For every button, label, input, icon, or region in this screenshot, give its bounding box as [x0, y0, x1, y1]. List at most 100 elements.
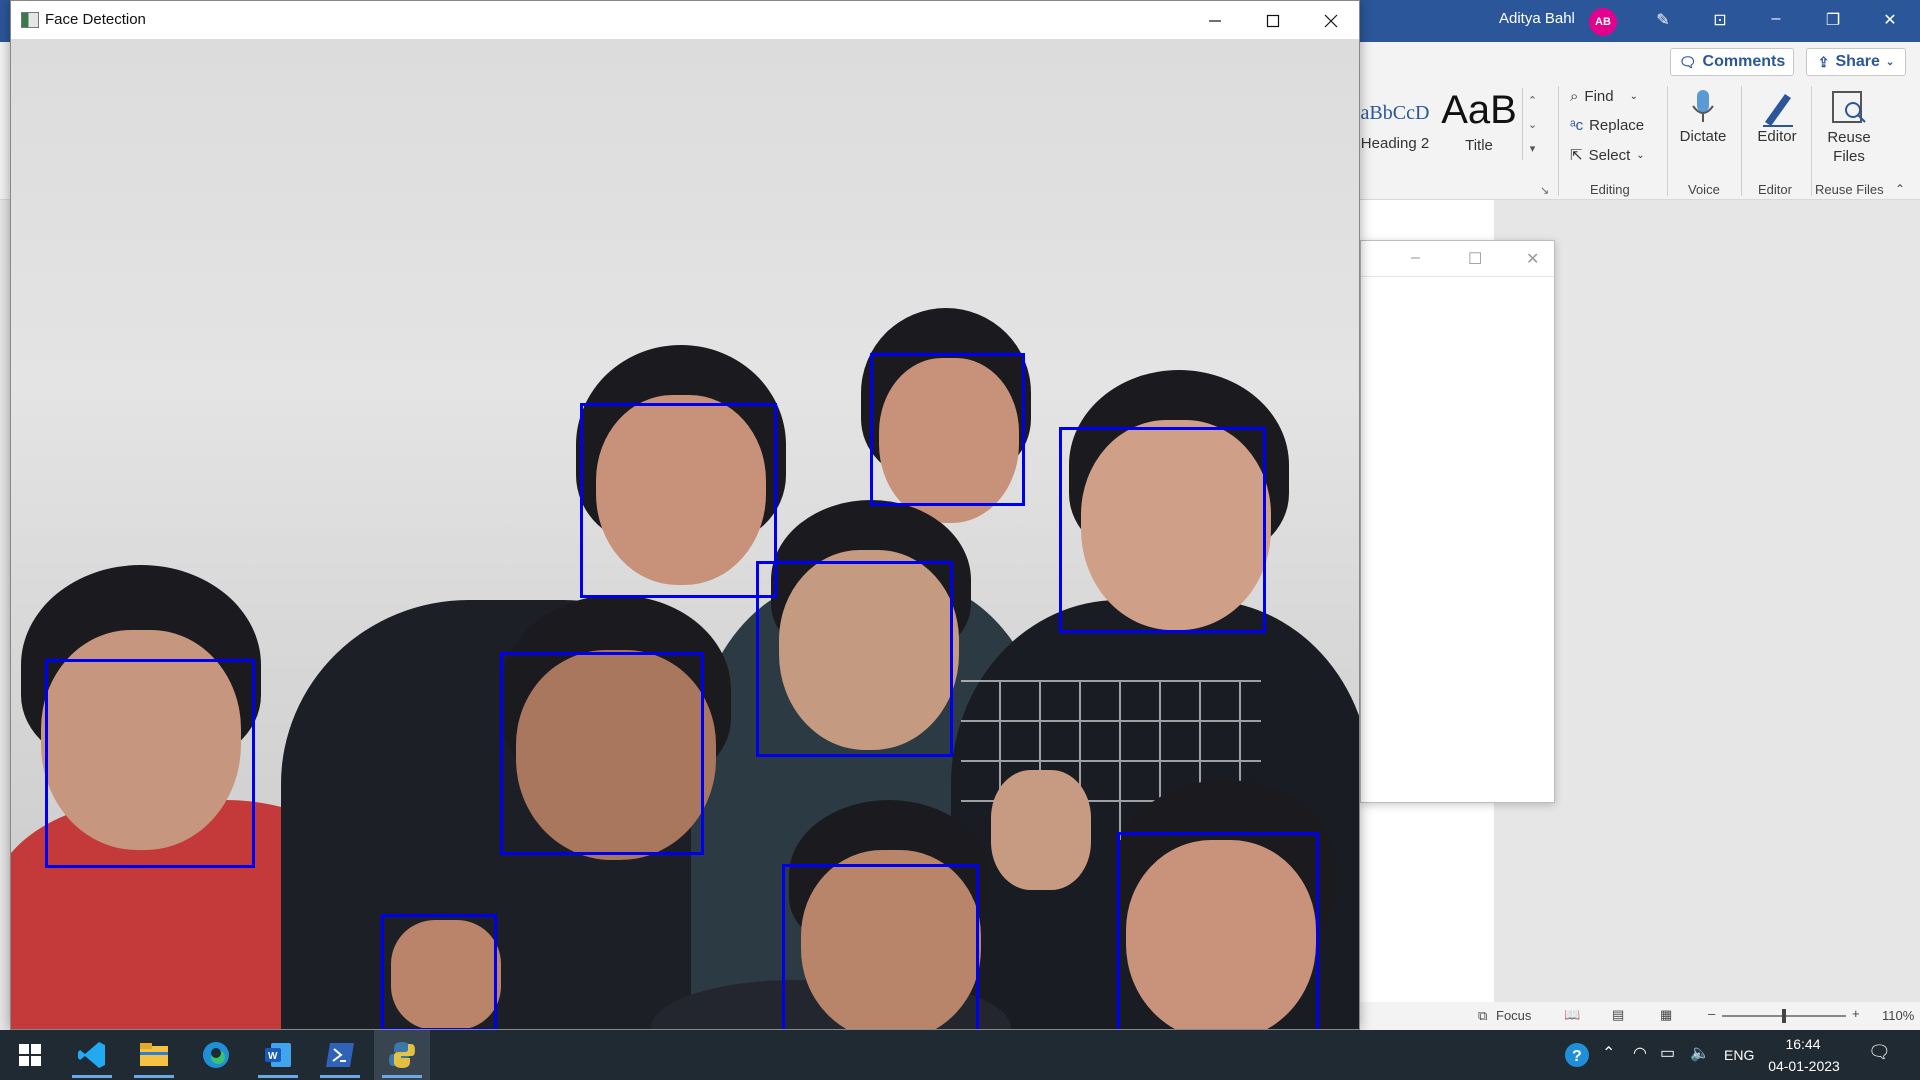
- read-mode-icon[interactable]: 📖: [1564, 1007, 1580, 1023]
- active-indicator: [382, 1075, 422, 1078]
- style-preview: AaB: [1441, 88, 1517, 132]
- active-indicator: [72, 1075, 112, 1078]
- group-label-reuse-files: Reuse Files: [1815, 182, 1884, 197]
- editor-pen-icon: [1763, 94, 1793, 127]
- powershell-icon: [326, 1043, 354, 1067]
- window-titlebar: Face Detection: [11, 1, 1359, 40]
- background-dialog: – ☐ ✕: [1360, 240, 1555, 803]
- clock-date[interactable]: 04-01-2023: [1764, 1058, 1844, 1074]
- taskbar-powershell[interactable]: [312, 1030, 368, 1080]
- reuse-files-button[interactable]: Reuse Files: [1820, 88, 1878, 166]
- avatar[interactable]: AB: [1589, 8, 1617, 36]
- speaker-icon[interactable]: 🔈: [1690, 1043, 1710, 1063]
- wifi-icon[interactable]: ◠: [1633, 1043, 1647, 1063]
- taskbar-edge[interactable]: [188, 1030, 244, 1080]
- comment-icon: 🗨: [1678, 53, 1697, 70]
- chevron-down-icon: ⌄: [1636, 149, 1645, 161]
- styles-scroll[interactable]: ⌃ ⌄ ▾: [1522, 88, 1542, 160]
- more-styles-icon[interactable]: ▾: [1530, 142, 1536, 155]
- word-icon: W: [265, 1043, 291, 1067]
- restore-icon[interactable]: ❐: [1819, 10, 1847, 30]
- file-explorer-icon: [140, 1043, 168, 1066]
- maximize-icon: [1266, 14, 1280, 28]
- chevron-down-icon[interactable]: ⌄: [1528, 118, 1537, 131]
- collapse-ribbon-icon[interactable]: ⌃: [1895, 182, 1905, 196]
- style-name: Heading 2: [1360, 135, 1430, 152]
- print-layout-icon[interactable]: ▤: [1612, 1007, 1624, 1023]
- minimize-icon[interactable]: –: [1411, 249, 1420, 267]
- close-icon[interactable]: ✕: [1526, 249, 1539, 269]
- replace-button[interactable]: ᵃc Replace: [1570, 117, 1644, 134]
- share-label: Share: [1835, 53, 1880, 70]
- focus-icon[interactable]: ⧉: [1478, 1008, 1487, 1024]
- share-icon: ⇪: [1817, 53, 1830, 70]
- editor-button[interactable]: Editor: [1750, 88, 1804, 145]
- battery-icon[interactable]: ▭: [1660, 1043, 1675, 1063]
- edge-icon: [203, 1042, 229, 1068]
- group-photo: [11, 40, 1359, 1029]
- windows-start-icon: [19, 1044, 41, 1066]
- share-button[interactable]: ⇪ Share ⌄: [1806, 48, 1906, 76]
- divider: [1811, 86, 1812, 196]
- group-label-voice: Voice: [1688, 182, 1720, 197]
- minimize-icon[interactable]: –: [1762, 10, 1790, 28]
- notification-icon[interactable]: 🗨: [1868, 1042, 1891, 1063]
- taskbar-word[interactable]: W: [250, 1030, 306, 1080]
- word-statusbar: ⧉ Focus 📖 ▤ ▦ – + 110%: [1360, 1002, 1920, 1030]
- clock-time[interactable]: 16:44: [1768, 1036, 1838, 1052]
- zoom-slider-thumb[interactable]: [1782, 1009, 1786, 1023]
- taskbar-python[interactable]: [374, 1030, 430, 1080]
- dialog-titlebar: – ☐ ✕: [1361, 241, 1554, 277]
- start-button[interactable]: [2, 1030, 58, 1080]
- chevron-up-icon[interactable]: ⌃: [1602, 1043, 1615, 1063]
- style-heading-2[interactable]: aBbCcD Heading 2: [1360, 88, 1430, 158]
- face-detection-box: [580, 403, 777, 598]
- style-title[interactable]: AaB Title: [1436, 88, 1522, 158]
- designer-icon[interactable]: ✎: [1649, 10, 1677, 30]
- chevron-down-icon: ⌄: [1885, 56, 1895, 68]
- taskbar-vscode[interactable]: [64, 1030, 120, 1080]
- face-detection-box: [756, 561, 953, 757]
- replace-label: Replace: [1589, 117, 1645, 134]
- microphone-icon: [1692, 90, 1714, 122]
- minimize-button[interactable]: [1195, 7, 1235, 35]
- python-icon: [389, 1042, 415, 1068]
- app-icon: [21, 12, 39, 28]
- face-detection-box: [500, 652, 704, 855]
- ribbon-display-icon[interactable]: ⊡: [1706, 10, 1734, 30]
- find-label: Find: [1584, 88, 1614, 105]
- active-indicator: [134, 1075, 174, 1078]
- dictate-label: Dictate: [1679, 128, 1727, 145]
- language-indicator[interactable]: ENG: [1724, 1047, 1754, 1063]
- divider: [1741, 86, 1742, 196]
- face-detection-box: [782, 864, 979, 1029]
- replace-icon: ᵃc: [1570, 117, 1584, 134]
- find-button[interactable]: ⌕ Find ⌄: [1570, 88, 1638, 105]
- close-icon[interactable]: ✕: [1876, 10, 1904, 30]
- zoom-level[interactable]: 110%: [1882, 1008, 1914, 1023]
- face-detection-box: [381, 914, 497, 1029]
- help-icon: ?: [1565, 1043, 1589, 1067]
- focus-button[interactable]: Focus: [1496, 1008, 1531, 1023]
- dictate-button[interactable]: Dictate: [1676, 88, 1730, 145]
- reuse-files-icon: [1832, 91, 1866, 123]
- group-label-editor: Editor: [1758, 182, 1792, 197]
- comments-label: Comments: [1702, 53, 1786, 70]
- help-button[interactable]: ?: [1552, 1030, 1602, 1080]
- thumbs-up-hand: [991, 770, 1091, 890]
- chevron-up-icon[interactable]: ⌃: [1528, 94, 1537, 107]
- maximize-icon[interactable]: ☐: [1468, 249, 1482, 269]
- comments-button[interactable]: 🗨 Comments: [1670, 48, 1794, 76]
- maximize-button[interactable]: [1253, 7, 1293, 35]
- close-button[interactable]: [1311, 7, 1351, 35]
- taskbar-file-explorer[interactable]: [126, 1030, 182, 1080]
- zoom-in-icon[interactable]: +: [1852, 1006, 1860, 1021]
- select-label: Select: [1588, 146, 1631, 164]
- select-button[interactable]: ⇱ Select ⌄: [1570, 146, 1645, 165]
- web-layout-icon[interactable]: ▦: [1660, 1007, 1672, 1023]
- zoom-out-icon[interactable]: –: [1708, 1006, 1715, 1021]
- dialog-launcher-icon[interactable]: ↘: [1540, 184, 1549, 197]
- reuse-label-2: Files: [1833, 148, 1865, 165]
- user-name[interactable]: Aditya Bahl: [1499, 10, 1575, 27]
- reuse-label-1: Reuse: [1827, 129, 1871, 146]
